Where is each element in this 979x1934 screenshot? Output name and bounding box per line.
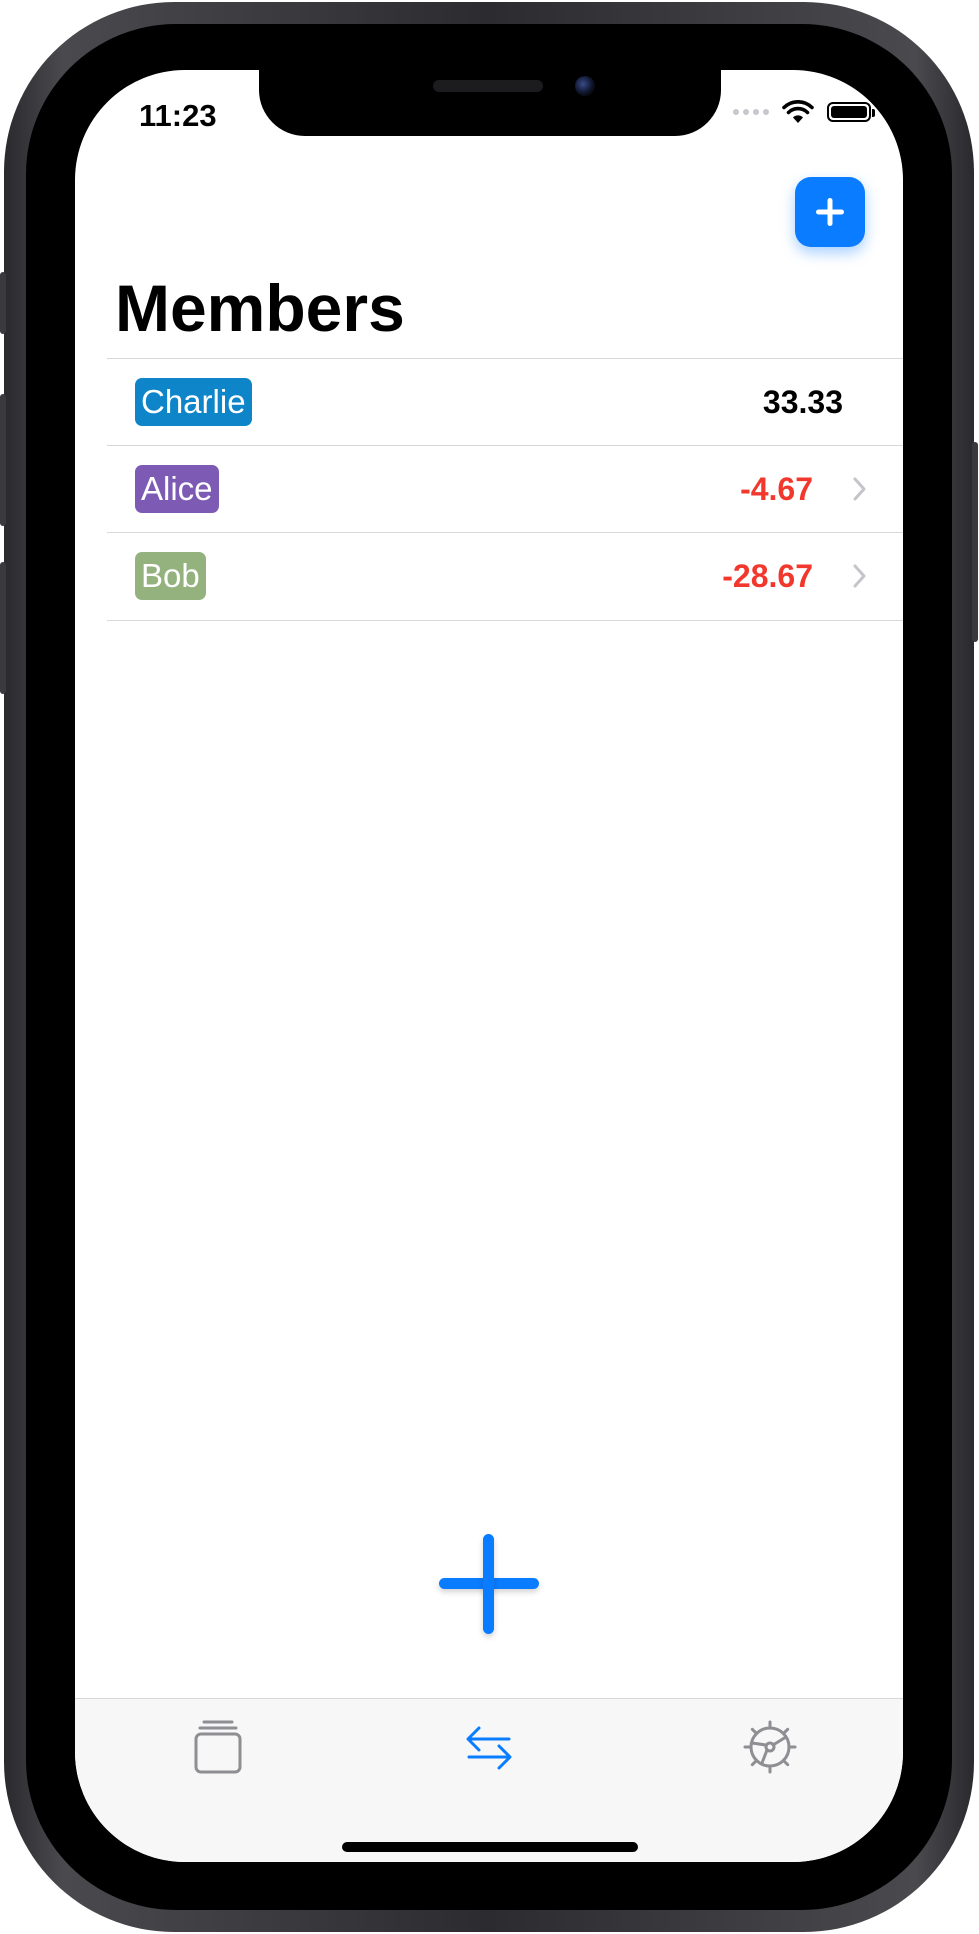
add-transaction-button[interactable]	[437, 1532, 541, 1636]
chevron-right-icon	[853, 564, 866, 588]
tab-bar	[75, 1698, 903, 1862]
settings-gear-icon	[743, 1720, 797, 1774]
battery-icon	[827, 102, 875, 122]
tab-settings[interactable]	[740, 1717, 800, 1777]
status-indicators	[733, 100, 875, 124]
home-indicator[interactable]	[342, 1842, 638, 1852]
notch	[259, 70, 721, 136]
side-button	[972, 442, 978, 642]
app-screen: 11:23 Members Charlie 33.33 Alice -4.67	[75, 70, 903, 1862]
member-balance: 33.33	[762, 384, 843, 420]
member-name-tag: Bob	[135, 552, 206, 600]
plus-icon-vertical	[483, 1534, 494, 1634]
status-time: 11:23	[139, 98, 217, 133]
member-balance: -4.67	[740, 471, 813, 507]
member-name-tag: Alice	[135, 465, 219, 513]
plus-icon	[816, 198, 844, 226]
chevron-right-icon	[853, 477, 866, 501]
wifi-icon	[782, 100, 814, 123]
member-name-tag: Charlie	[135, 378, 252, 426]
tab-transactions[interactable]	[459, 1717, 519, 1777]
tab-groups[interactable]	[187, 1717, 247, 1777]
member-row-charlie[interactable]: Charlie 33.33	[107, 358, 903, 445]
front-camera	[575, 76, 595, 96]
mute-switch	[0, 272, 6, 334]
add-member-button[interactable]	[795, 177, 865, 247]
members-list: Charlie 33.33 Alice -4.67 Bob -28.67	[107, 358, 903, 621]
page-title: Members	[115, 271, 405, 345]
member-balance: -28.67	[722, 558, 813, 594]
stack-icon	[194, 1720, 242, 1774]
volume-up-button	[0, 394, 6, 526]
volume-down-button	[0, 562, 6, 694]
transfer-arrows-icon	[466, 1726, 512, 1770]
earpiece-speaker	[433, 80, 543, 92]
member-row-bob[interactable]: Bob -28.67	[107, 532, 903, 621]
member-row-alice[interactable]: Alice -4.67	[107, 445, 903, 532]
cellular-signal-icon	[733, 109, 769, 115]
